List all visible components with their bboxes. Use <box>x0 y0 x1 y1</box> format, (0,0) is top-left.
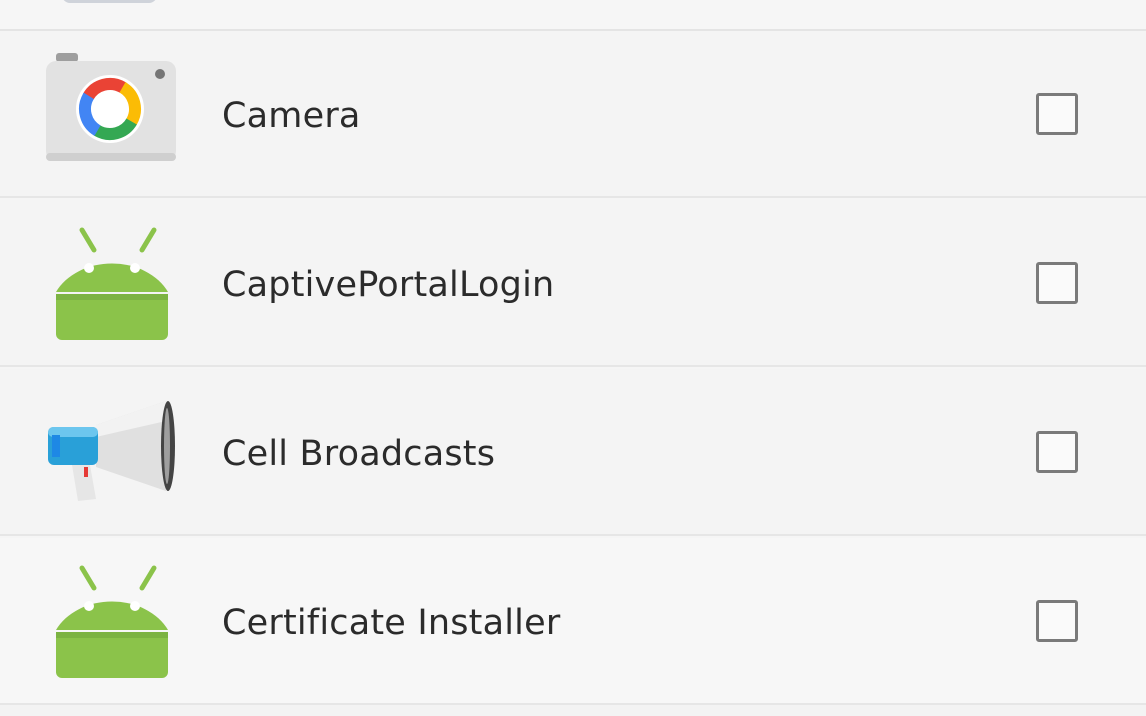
android-icon <box>44 222 178 346</box>
app-name-label: Camera <box>222 96 361 136</box>
camera-checkbox[interactable] <box>1036 93 1078 135</box>
previous-list-item-partial <box>0 0 1146 31</box>
captiveportallogin-checkbox[interactable] <box>1036 262 1078 304</box>
app-name-label: CaptivePortalLogin <box>222 265 555 305</box>
megaphone-icon <box>44 391 178 515</box>
next-list-item-partial <box>0 705 1146 716</box>
partial-app-icon <box>62 0 157 3</box>
list-item-certificate-installer[interactable]: Certificate Installer <box>0 538 1146 705</box>
certificate-installer-checkbox[interactable] <box>1036 600 1078 642</box>
list-item-cell-broadcasts[interactable]: Cell Broadcasts <box>0 369 1146 536</box>
app-name-label: Certificate Installer <box>222 603 561 643</box>
app-name-label: Cell Broadcasts <box>222 434 496 474</box>
cell-broadcasts-checkbox[interactable] <box>1036 431 1078 473</box>
camera-icon <box>44 53 178 177</box>
list-item-camera[interactable]: Camera <box>0 31 1146 198</box>
list-item-captiveportallogin[interactable]: CaptivePortalLogin <box>0 200 1146 367</box>
app-list-screen: Camera CaptivePortalLogin Cell Broadcast… <box>0 0 1146 716</box>
android-icon <box>44 560 178 684</box>
